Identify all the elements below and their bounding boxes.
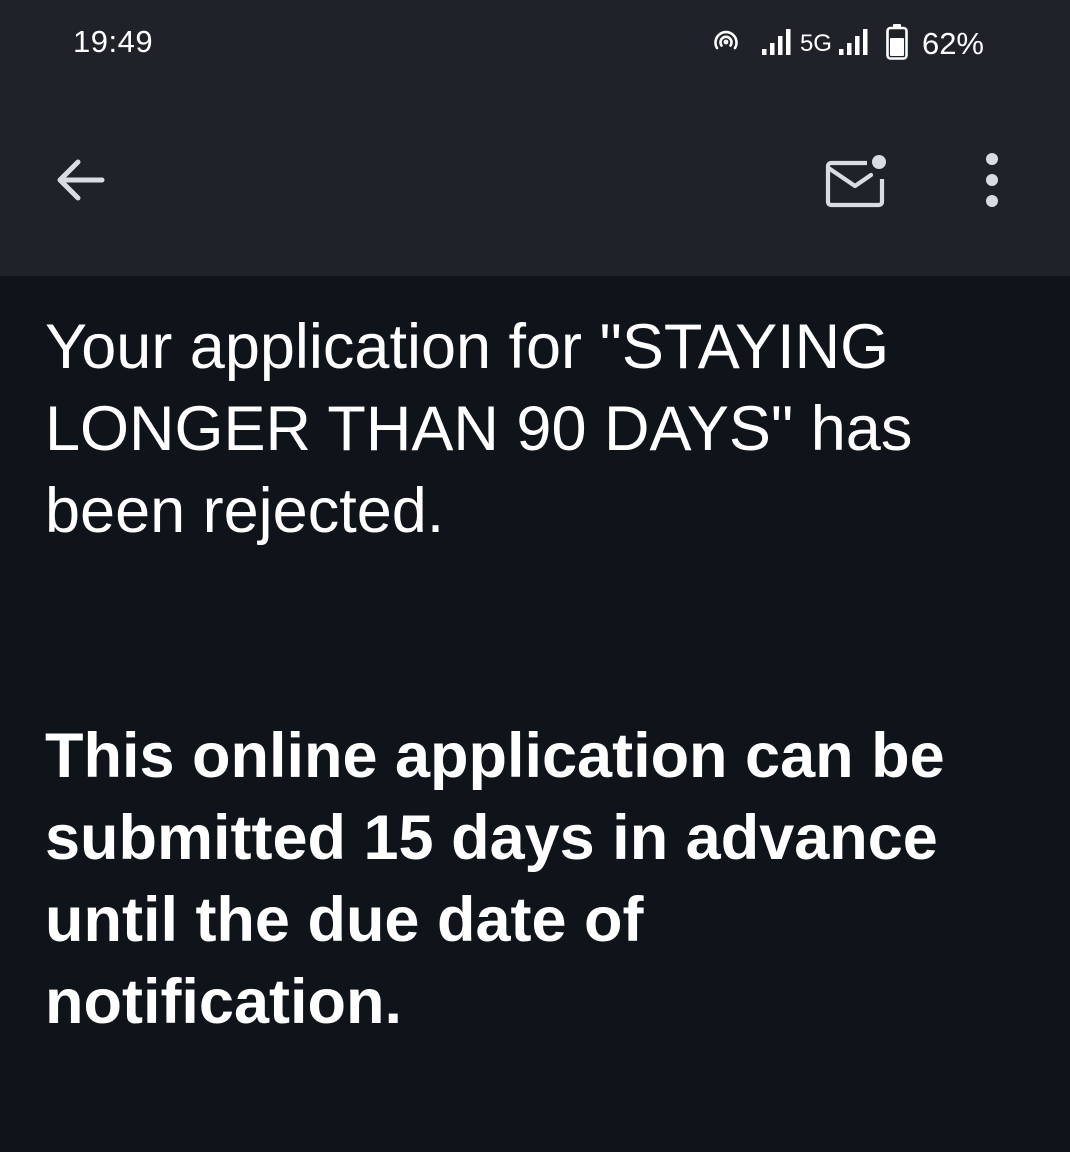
network-type: 5G: [799, 30, 832, 57]
status-indicators: 5G 62%: [711, 20, 984, 68]
battery-level: 62%: [921, 26, 984, 61]
message-body: Your application for "STAYING LONGER THA…: [45, 306, 1015, 1043]
arrow-left-icon: [57, 159, 105, 201]
status-time: 19:49: [73, 24, 154, 59]
more-vertical-icon: [986, 153, 998, 207]
hotspot-icon: [711, 27, 741, 62]
mark-unread-mail-icon: [825, 155, 886, 208]
mark-unread-button[interactable]: [814, 143, 894, 217]
more-options-button[interactable]: [964, 145, 1020, 215]
signal-icon: [838, 27, 872, 62]
signal-icon: [761, 27, 795, 62]
app-bar: 19:49 5G 62%: [0, 0, 1070, 276]
message-paragraph-rejection: Your application for "STAYING LONGER THA…: [45, 312, 913, 546]
message-paragraph-info: This online application can be submitted…: [45, 721, 945, 1037]
back-button[interactable]: [45, 145, 115, 215]
battery-icon: [886, 23, 908, 65]
